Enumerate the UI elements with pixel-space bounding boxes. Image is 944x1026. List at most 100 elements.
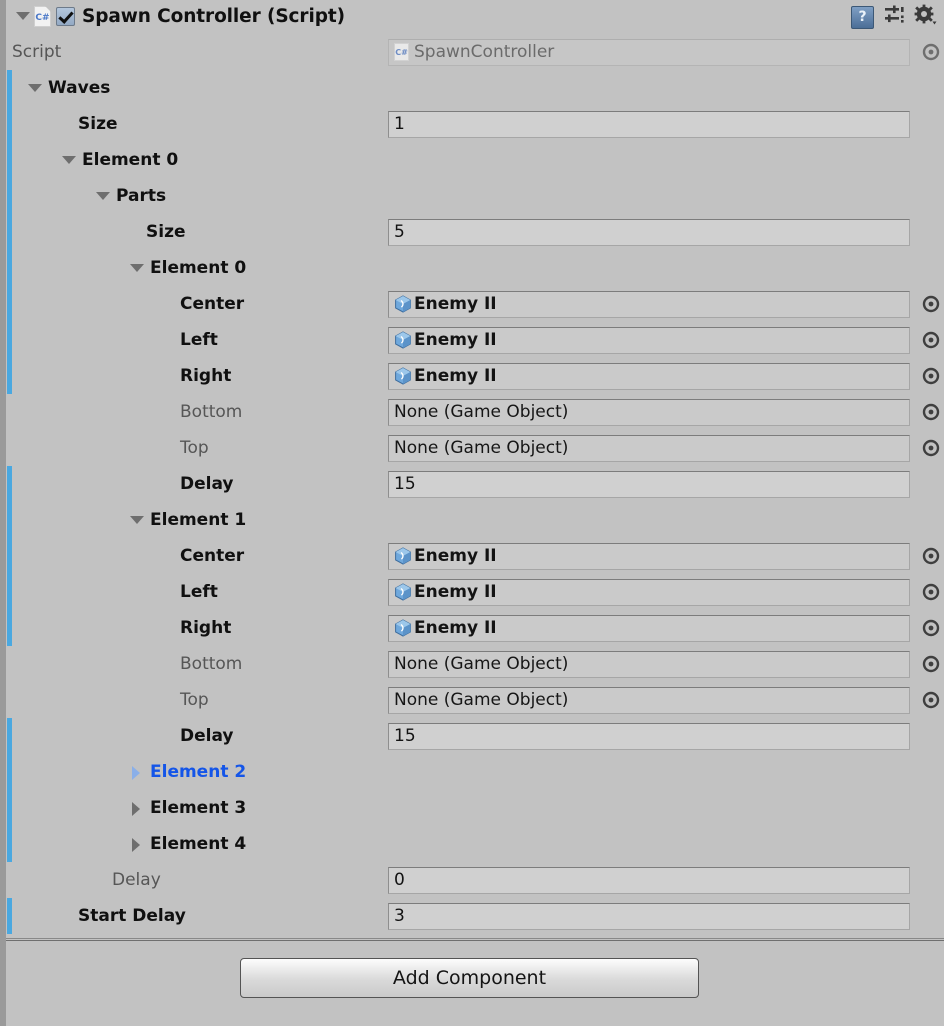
property-row: Element 1 [12,502,944,538]
object-reference-field[interactable]: Enemy II [388,290,910,318]
property-row: Element 4 [12,826,944,862]
number-input-field[interactable]: 15 [388,722,910,750]
property-label[interactable]: Element 0 [82,150,178,170]
foldout-arrow-icon[interactable] [60,151,78,169]
property-row: Start Delay 3 [12,898,944,934]
property-row: Size 5 [12,214,944,250]
field-value: Enemy II [414,618,497,638]
foldout-arrow-icon[interactable] [128,511,146,529]
field-value: Enemy II [414,294,497,314]
prefab-override-bar [7,790,12,826]
object-reference-field[interactable]: Enemy II [388,362,910,390]
property-row: Element 2 [12,754,944,790]
property-label: Top [180,690,209,710]
foldout-arrow-icon[interactable] [128,799,146,817]
gear-icon[interactable] [914,4,938,31]
help-icon[interactable]: ? [851,6,874,29]
component-foldout-icon[interactable] [14,7,32,25]
property-label[interactable]: Element 0 [150,258,246,278]
field-value: 1 [394,114,405,134]
object-picker-button[interactable] [920,401,942,423]
prefab-override-bar [7,898,12,934]
property-row: Center Enemy II [12,538,944,574]
object-reference-field[interactable]: Enemy II [388,326,910,354]
property-label: Size [146,222,186,242]
property-label: Left [180,330,218,350]
property-row: Top None (Game Object) [12,682,944,718]
prefab-override-bar [7,610,12,646]
object-picker-button[interactable] [920,437,942,459]
field-value: Enemy II [414,546,497,566]
object-reference-field[interactable]: None (Game Object) [388,434,910,462]
object-reference-field[interactable]: None (Game Object) [388,650,910,678]
object-reference-field[interactable]: None (Game Object) [388,686,910,714]
component-title: Spawn Controller (Script) [82,5,345,27]
number-input-field[interactable]: 0 [388,866,910,894]
object-picker-button[interactable] [920,293,942,315]
number-input-field[interactable]: 1 [388,110,910,138]
property-row: Left Enemy II [12,322,944,358]
property-label: Bottom [180,654,243,674]
object-picker-button[interactable] [920,329,942,351]
object-picker-button[interactable] [920,689,942,711]
field-value: None (Game Object) [394,654,569,674]
object-reference-field[interactable]: Enemy II [388,614,910,642]
property-label[interactable]: Parts [116,186,166,206]
property-row: Right Enemy II [12,610,944,646]
property-row: Parts [12,178,944,214]
property-label: Start Delay [78,906,186,926]
object-picker-button[interactable] [920,617,942,639]
field-value: Enemy II [414,366,497,386]
prefab-override-bar [7,466,12,502]
field-value: 3 [394,906,405,926]
script-reference-field[interactable]: C# SpawnController [388,38,910,66]
prefab-override-bar [7,142,12,178]
number-input-field[interactable]: 3 [388,902,910,930]
add-component-button[interactable]: Add Component [240,958,699,998]
property-row: Delay 15 [12,466,944,502]
component-enabled-checkbox[interactable] [56,6,75,26]
number-input-field[interactable]: 15 [388,470,910,498]
property-label[interactable]: Element 2 [150,762,246,782]
foldout-arrow-icon[interactable] [128,763,146,781]
property-row: Bottom None (Game Object) [12,394,944,430]
property-label: Delay [180,726,234,746]
script-object-picker[interactable] [920,41,942,63]
property-row: Delay 0 [12,862,944,898]
field-value: None (Game Object) [394,402,569,422]
object-reference-field[interactable]: Enemy II [388,578,910,606]
property-label[interactable]: Element 4 [150,834,246,854]
property-label: Delay [180,474,234,494]
property-row: Left Enemy II [12,574,944,610]
property-label: Left [180,582,218,602]
object-reference-field[interactable]: Enemy II [388,542,910,570]
property-label: Right [180,366,232,386]
number-input-field[interactable]: 5 [388,218,910,246]
object-picker-button[interactable] [920,581,942,603]
prefab-override-bar [7,178,12,214]
field-value: None (Game Object) [394,690,569,710]
foldout-arrow-icon[interactable] [128,259,146,277]
foldout-arrow-icon[interactable] [26,79,44,97]
prefab-cube-icon [394,547,412,565]
gutter-rail-bottom [0,940,6,1026]
prefab-override-bar [7,502,12,538]
prefab-cube-icon [394,619,412,637]
property-label: Delay [112,870,161,890]
object-reference-field[interactable]: None (Game Object) [388,398,910,426]
object-picker-button[interactable] [920,365,942,387]
property-row: Delay 15 [12,718,944,754]
prefab-override-bar [7,358,12,394]
property-label[interactable]: Waves [48,78,110,98]
script-row: Script C# SpawnController [12,34,944,70]
prefab-override-bar [7,538,12,574]
preset-icon[interactable] [883,4,905,31]
object-picker-button[interactable] [920,545,942,567]
property-label[interactable]: Element 3 [150,798,246,818]
foldout-arrow-icon[interactable] [128,835,146,853]
property-label[interactable]: Element 1 [150,510,246,530]
prefab-cube-icon [394,295,412,313]
component-header[interactable]: C# Spawn Controller (Script) [6,0,944,32]
foldout-arrow-icon[interactable] [94,187,112,205]
object-picker-button[interactable] [920,653,942,675]
